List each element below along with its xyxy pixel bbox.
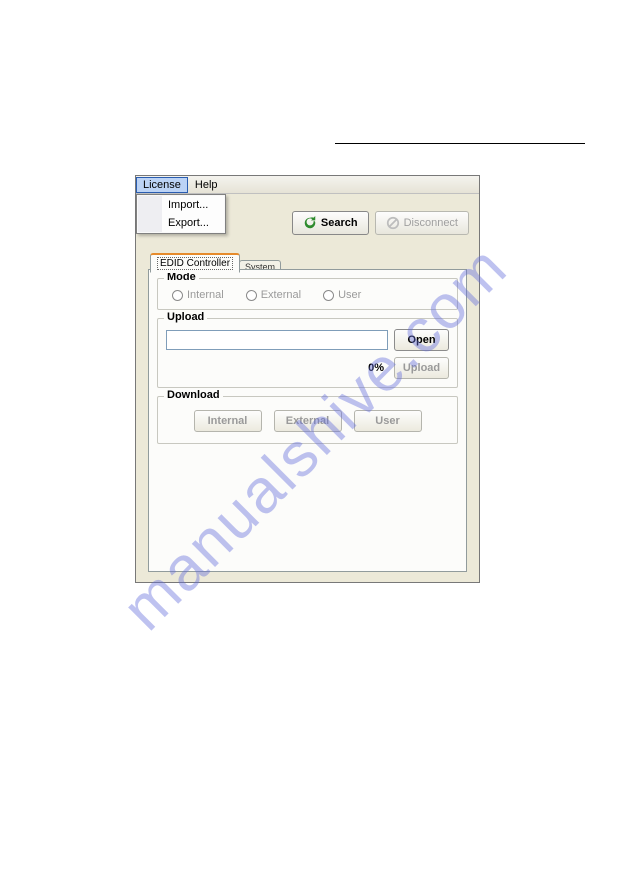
disconnect-icon <box>386 216 400 230</box>
download-internal-button[interactable]: Internal <box>194 410 262 432</box>
menu-item-import[interactable]: Import... <box>162 196 224 214</box>
menu-license[interactable]: License <box>136 177 188 193</box>
mode-radio-internal-label: Internal <box>187 289 224 301</box>
download-legend: Download <box>164 389 223 401</box>
search-button[interactable]: Search <box>292 211 369 235</box>
header-underline <box>335 143 585 144</box>
upload-file-input[interactable] <box>166 330 388 350</box>
download-external-button[interactable]: External <box>274 410 342 432</box>
tab-edid-label: EDID Controller <box>157 257 233 270</box>
disconnect-button-label: Disconnect <box>404 217 458 229</box>
menu-item-export[interactable]: Export... <box>162 214 224 232</box>
mode-group: Mode Internal External User <box>157 278 458 310</box>
upload-progress: 0% <box>368 362 384 374</box>
tab-panel: Mode Internal External User Upload <box>148 269 467 572</box>
radio-icon <box>323 290 334 301</box>
app-window: License Help Import... Export... Search <box>135 175 480 583</box>
mode-radio-internal[interactable]: Internal <box>172 289 224 301</box>
radio-icon <box>172 290 183 301</box>
upload-button[interactable]: Upload <box>394 357 449 379</box>
upload-legend: Upload <box>164 311 207 323</box>
menu-help[interactable]: Help <box>188 177 225 193</box>
upload-group: Upload Open 0% Upload <box>157 318 458 388</box>
mode-radio-user[interactable]: User <box>323 289 361 301</box>
license-dropdown: Import... Export... <box>136 194 226 234</box>
download-user-button[interactable]: User <box>354 410 422 432</box>
download-group: Download Internal External User <box>157 396 458 444</box>
open-button[interactable]: Open <box>394 329 449 351</box>
disconnect-button[interactable]: Disconnect <box>375 211 469 235</box>
tab-edid-controller[interactable]: EDID Controller <box>150 253 240 273</box>
radio-icon <box>246 290 257 301</box>
search-button-label: Search <box>321 217 358 229</box>
mode-radio-user-label: User <box>338 289 361 301</box>
mode-radio-external[interactable]: External <box>246 289 301 301</box>
mode-radio-external-label: External <box>261 289 301 301</box>
menubar: License Help <box>136 176 479 194</box>
refresh-icon <box>303 216 317 230</box>
